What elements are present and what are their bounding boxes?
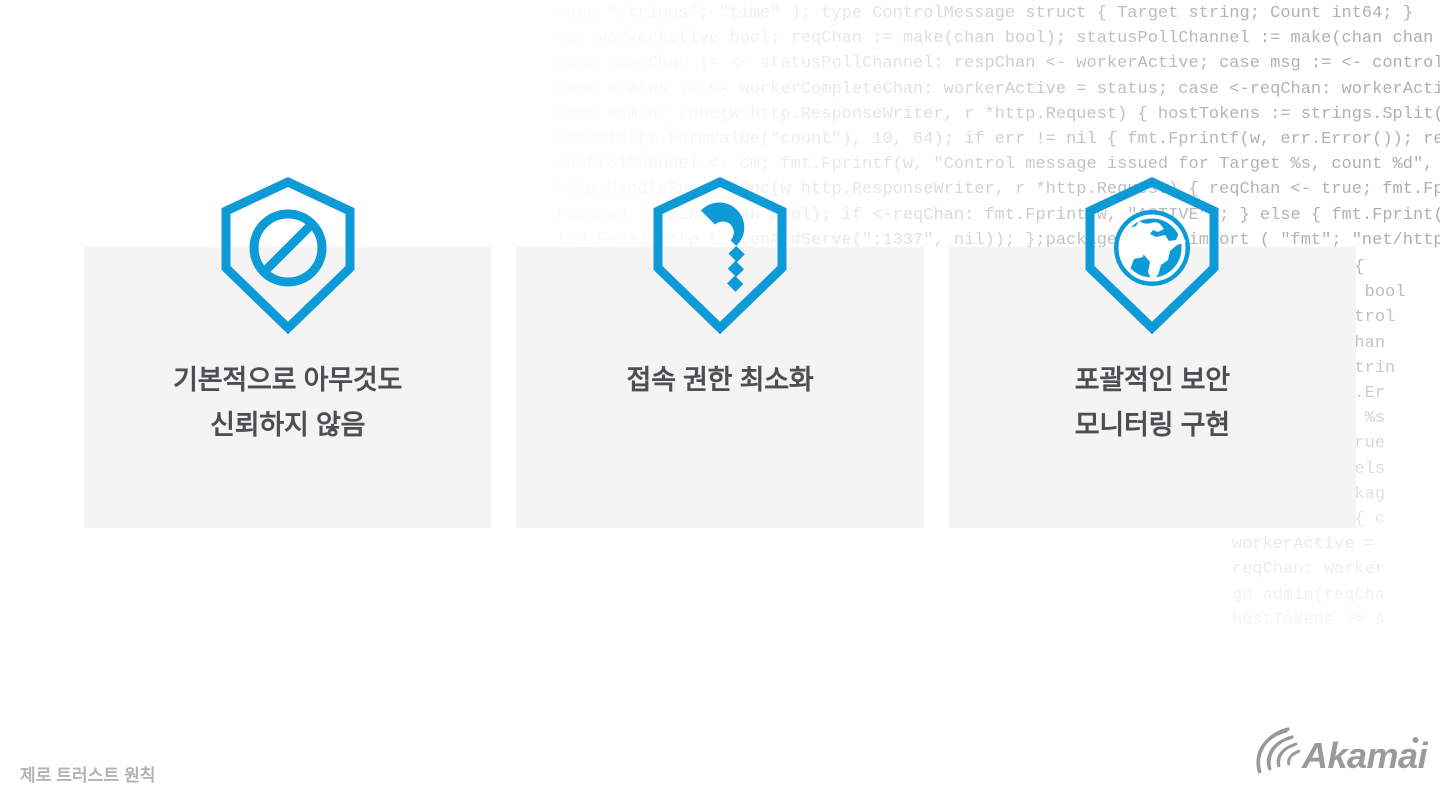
principle-card-2-title: 접속 권한 최소화 [626,365,814,395]
principle-card-1[interactable]: 기본적으로 아무것도 신뢰하지 않음 [84,177,492,528]
shield-key-icon [650,176,790,334]
principle-card-3[interactable]: 포괄적인 보안 모니터링 구현 [948,177,1356,528]
principle-card-2[interactable]: 접속 권한 최소화 [516,177,924,528]
shield-prohibition-icon [218,176,358,334]
slide-root: name "strings"; "time" ); type ControlMe… [0,0,1440,810]
shield-globe-icon [1082,176,1222,334]
akamai-wordmark: Akamai [1301,735,1429,776]
akamai-logo: Akamai [1252,723,1432,785]
footer-slide-label: 제로 트러스트 원칙 [20,766,156,785]
principle-cards: 기본적으로 아무것도 신뢰하지 않음 접속 권한 최소화 포괄적인 보안 모니터… [84,177,1356,528]
principle-card-3-title: 포괄적인 보안 모니터링 구현 [1074,365,1230,440]
principle-card-1-title: 기본적으로 아무것도 신뢰하지 않음 [173,365,403,440]
